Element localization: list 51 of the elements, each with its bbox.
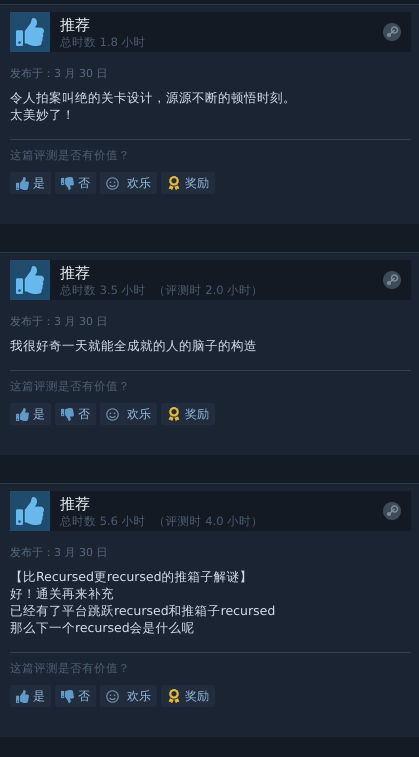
thumbs-down-icon — [61, 408, 74, 420]
playtime-text: 总时数 1.8 小时 — [60, 34, 146, 50]
funny-button[interactable]: 欢乐 — [100, 172, 157, 194]
review-text: 那么下一个recursed会是什么呢 — [10, 619, 195, 636]
playtime-text: 总时数 3.5 小时 — [60, 282, 146, 298]
yes-button[interactable]: 是 — [10, 403, 51, 425]
award-icon — [167, 176, 181, 190]
thumbs-down-icon — [61, 690, 74, 702]
smile-icon — [106, 408, 119, 420]
playtime-text: 总时数 5.6 小时 — [60, 514, 146, 528]
review-text: 我很好奇一天就能全成就的人的脑子的构造 — [10, 337, 257, 354]
steam-logo-icon — [383, 271, 401, 289]
posted-date: 发布于：3 月 30 日 — [10, 66, 108, 81]
review-text: 好！通关再来补充 — [10, 585, 114, 602]
yes-button[interactable]: 是 — [10, 172, 51, 194]
review-verdict: 推荐 — [60, 262, 91, 282]
yes-button[interactable]: 是 — [10, 685, 51, 707]
smile-icon — [106, 176, 119, 190]
funny-button[interactable]: 欢乐 — [100, 685, 157, 707]
review-verdict: 推荐 — [60, 14, 91, 34]
no-button[interactable]: 否 — [55, 172, 96, 194]
review-playtime-text: （评测时 2.0 小时） — [154, 282, 264, 298]
thumbs-up-icon — [16, 176, 29, 190]
thumbs-up-icon — [16, 690, 29, 702]
thumbs-up-icon — [10, 260, 50, 300]
review-playtime-text: （评测时 4.0 小时） — [154, 514, 264, 528]
helpful-question: 这篇评测是否有价值？ — [10, 379, 130, 394]
review-text: 令人拍案叫绝的关卡设计，源源不断的顿悟时刻。 — [10, 89, 296, 106]
award-icon — [167, 407, 181, 421]
review-text: 已经有了平台跳跃recursed和推箱子recursed — [10, 602, 276, 619]
award-button[interactable]: 奖励 — [161, 685, 215, 707]
award-button[interactable]: 奖励 — [161, 403, 215, 425]
steam-logo-icon — [383, 502, 401, 520]
helpful-question: 这篇评测是否有价值？ — [10, 148, 130, 163]
review-text: 太美妙了！ — [10, 106, 75, 123]
thumbs-up-icon — [10, 12, 50, 52]
thumbs-up-icon — [16, 408, 29, 420]
posted-date: 发布于：3 月 30 日 — [10, 314, 108, 329]
smile-icon — [106, 690, 119, 702]
helpful-question: 这篇评测是否有价值？ — [10, 661, 130, 676]
thumbs-up-icon — [10, 491, 50, 531]
award-icon — [167, 689, 181, 703]
review-text: 【比Recursed更recursed的推箱子解谜】 — [10, 568, 253, 585]
no-button[interactable]: 否 — [55, 403, 96, 425]
funny-button[interactable]: 欢乐 — [100, 403, 157, 425]
review-verdict: 推荐 — [60, 494, 91, 514]
thumbs-down-icon — [61, 176, 74, 190]
posted-date: 发布于：3 月 30 日 — [10, 545, 108, 560]
steam-logo-icon — [383, 23, 401, 41]
award-button[interactable]: 奖励 — [161, 172, 215, 194]
no-button[interactable]: 否 — [55, 685, 96, 707]
